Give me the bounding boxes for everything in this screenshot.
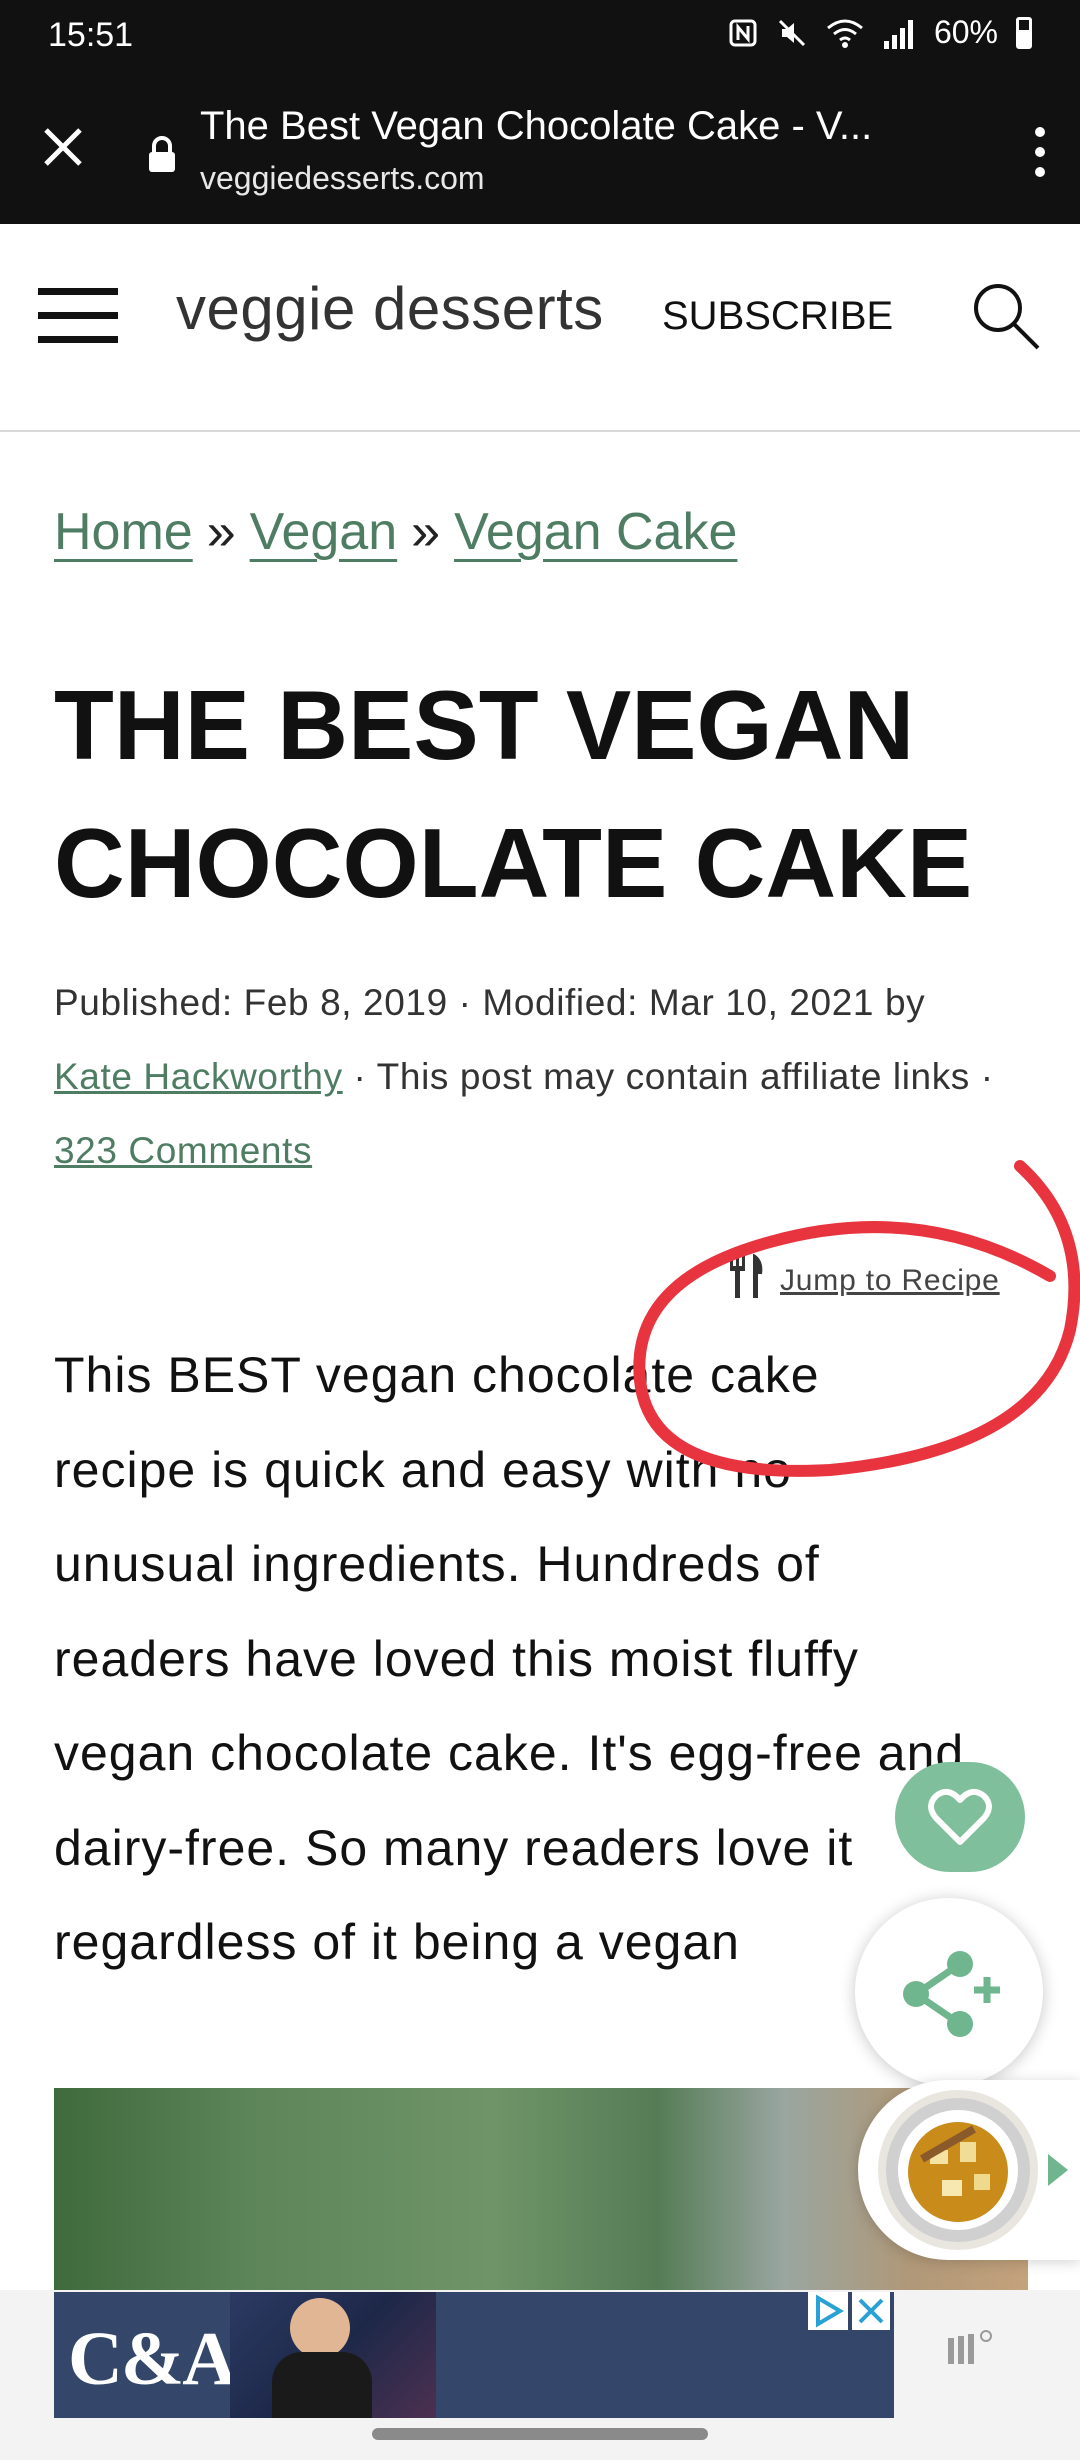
breadcrumb-separator: » xyxy=(411,503,441,561)
ad-photo[interactable] xyxy=(230,2292,436,2418)
video-player-widget[interactable] xyxy=(858,2080,1080,2260)
play-icon[interactable] xyxy=(1046,2152,1070,2188)
ad-person-head xyxy=(290,2298,350,2358)
breadcrumb: Home» Vegan» Vegan Cake xyxy=(54,502,737,562)
favorite-button[interactable] xyxy=(895,1762,1025,1872)
browser-page-title[interactable]: The Best Vegan Chocolate Cake - V... xyxy=(200,104,960,149)
ad-brand-logo[interactable]: C&A xyxy=(68,2316,237,2403)
battery-percent: 60% xyxy=(933,14,998,50)
breadcrumb-home[interactable]: Home xyxy=(54,503,193,561)
home-gesture-bar[interactable] xyxy=(372,2428,708,2440)
annotation-circle xyxy=(633,1160,1080,1477)
status-time: 15:51 xyxy=(48,16,134,54)
breadcrumb-vegan-cake[interactable]: Vegan Cake xyxy=(454,503,737,561)
hamburger-menu-icon[interactable] xyxy=(38,286,118,346)
page-title: THE BEST VEGAN CHOCOLATE CAKE xyxy=(54,670,973,918)
close-icon[interactable] xyxy=(40,124,86,170)
more-options-icon[interactable] xyxy=(1030,122,1050,182)
adchoices-icon[interactable] xyxy=(808,2292,848,2330)
ad-close-icon[interactable] xyxy=(852,2292,890,2330)
site-logo[interactable]: veggie desserts xyxy=(176,274,604,343)
dessert-bowl-image xyxy=(878,2090,1038,2250)
heart-icon xyxy=(928,1788,992,1845)
lock-icon xyxy=(149,136,175,172)
browser-url-bar: The Best Vegan Chocolate Cake - V... veg… xyxy=(0,74,1080,224)
ad-banner[interactable]: C&A xyxy=(54,2292,894,2418)
search-icon[interactable] xyxy=(970,280,1042,352)
breadcrumb-vegan[interactable]: Vegan xyxy=(250,503,398,561)
share-button[interactable] xyxy=(855,1898,1043,2086)
ad-network-logo-icon xyxy=(948,2330,992,2364)
wifi-icon xyxy=(827,19,863,48)
affiliate-note: · This post may contain affiliate links … xyxy=(342,1056,994,1097)
ad-person-body xyxy=(272,2352,372,2418)
subscribe-link[interactable]: SUBSCRIBE xyxy=(662,294,893,339)
status-icons: 60% xyxy=(728,14,1032,51)
browser-domain[interactable]: veggiedesserts.com xyxy=(200,160,485,197)
video-thumbnail[interactable] xyxy=(878,2090,1038,2250)
signal-icon xyxy=(883,19,913,49)
system-nav-bar xyxy=(0,2420,1080,2460)
author-link[interactable]: Kate Hackworthy xyxy=(54,1056,343,1097)
battery-icon xyxy=(1016,16,1032,49)
status-bar: 15:51 60% xyxy=(0,0,1080,74)
breadcrumb-separator: » xyxy=(206,503,236,561)
mute-icon xyxy=(778,19,806,46)
post-dates: Published: Feb 8, 2019 · Modified: Mar 1… xyxy=(54,982,926,1023)
comments-link[interactable]: 323 Comments xyxy=(54,1130,312,1171)
site-header: veggie desserts SUBSCRIBE xyxy=(0,224,1080,432)
nfc-icon xyxy=(729,19,757,46)
share-plus-icon xyxy=(903,1951,1000,2037)
